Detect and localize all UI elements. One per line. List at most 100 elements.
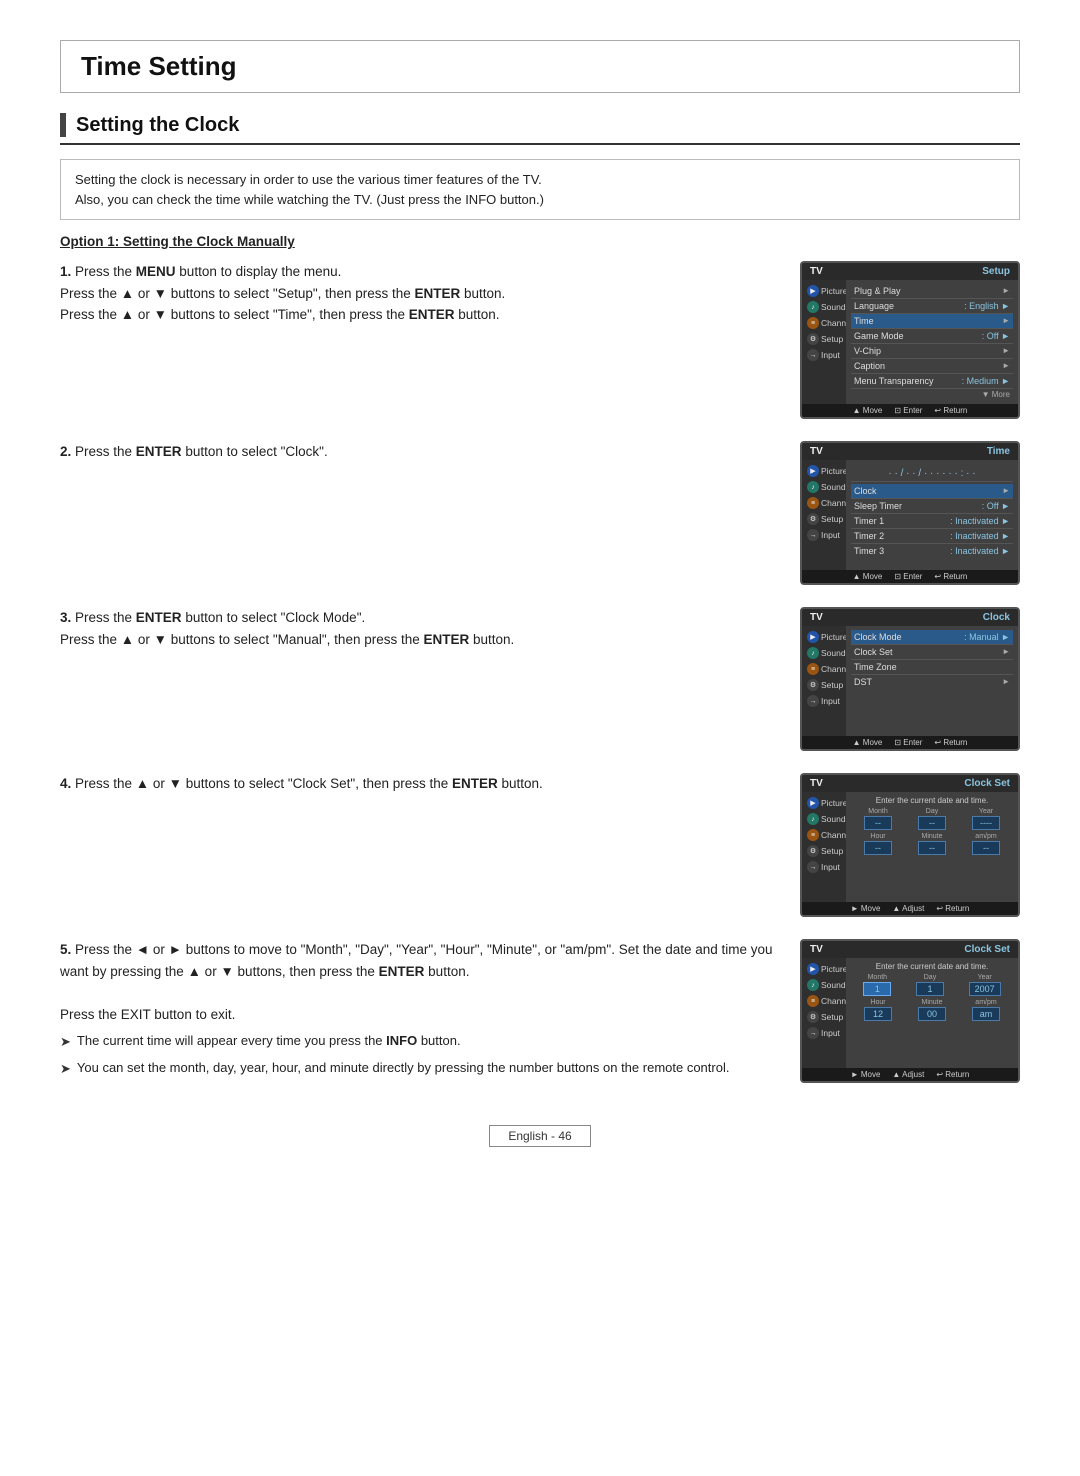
clock-display: · · / · · / · · · · · · : · · <box>851 464 1013 482</box>
note-1: ➤ The current time will appear every tim… <box>60 1031 780 1053</box>
sidebar-cs1-channel: ≡ Channel <box>805 828 843 842</box>
page-title-box: Time Setting <box>60 40 1020 93</box>
sidebar-t-setup: ⚙ Setup <box>805 512 843 526</box>
cs2-hour: Hour 12 <box>864 999 892 1021</box>
cs2-month: Month 1 <box>863 974 891 996</box>
time-row-sleep: Sleep Timer : Off ► <box>851 499 1013 514</box>
sidebar-cs1-sound: ♪ Sound <box>805 812 843 826</box>
tv-sidebar-cs1: ▶ Picture ♪ Sound ≡ Channel ⚙ Setup <box>802 792 846 902</box>
step-1-image: TV Setup ▶ Picture ♪ Sound ≡ Channel <box>800 261 1020 419</box>
tv-screen-clock: TV Clock ▶ Picture ♪ Sound ≡ Channel <box>800 607 1020 751</box>
tv-footer-setup: ▲ Move ⊡ Enter ↩ Return <box>802 404 1018 417</box>
step-5-image: TV Clock Set ▶ Picture ♪ Sound ≡ Channel <box>800 939 1020 1083</box>
tv-footer-clock: ▲ Move ⊡ Enter ↩ Return <box>802 736 1018 749</box>
clock-row-set: Clock Set ► <box>851 645 1013 660</box>
tv-footer-cs2: ► Move ▲ Adjust ↩ Return <box>802 1068 1018 1081</box>
time-row-timer2: Timer 2 : Inactivated ► <box>851 529 1013 544</box>
setup-row-vchip: V-Chip ► <box>851 344 1013 359</box>
setup-row-caption: Caption ► <box>851 359 1013 374</box>
tv-screen-clockset2-header: TV Clock Set <box>802 941 1018 958</box>
tv-screen-time: TV Time ▶ Picture ♪ Sound ≡ Channel <box>800 441 1020 585</box>
setup-icon: ⚙ <box>807 333 819 345</box>
step-1-text: 1. Press the MENU button to display the … <box>60 261 780 326</box>
page-footer-label: English - 46 <box>489 1125 590 1147</box>
cs1-hour: Hour -- <box>864 833 892 855</box>
tv-label-clock: TV <box>810 612 823 623</box>
step-3-text: 3. Press the ENTER button to select "Clo… <box>60 607 780 650</box>
tv-content-setup: Plug & Play ► Language : English ► Time … <box>846 280 1018 404</box>
note-2-text: You can set the month, day, year, hour, … <box>77 1058 730 1079</box>
tv-body-clockset1: ▶ Picture ♪ Sound ≡ Channel ⚙ Setup <box>802 792 1018 902</box>
section-heading: Setting the Clock <box>60 113 1020 145</box>
cs2-day: Day 1 <box>916 974 944 996</box>
sidebar-setup: ⚙ Setup <box>805 332 843 346</box>
sound-icon: ♪ <box>807 301 819 313</box>
page-title: Time Setting <box>81 51 999 82</box>
t-sound-icon: ♪ <box>807 481 819 493</box>
step-5-row: 5. Press the ◄ or ► buttons to move to "… <box>60 939 1020 1085</box>
sidebar-t-picture: ▶ Picture <box>805 464 843 478</box>
sidebar-cs2-channel: ≡ Channel <box>805 994 843 1008</box>
tv-footer-cs1: ► Move ▲ Adjust ↩ Return <box>802 902 1018 915</box>
step-1-num: 1. <box>60 264 71 279</box>
sidebar-cs1-input: → Input <box>805 860 843 874</box>
tv-body-setup: ▶ Picture ♪ Sound ≡ Channel ⚙ Setup <box>802 280 1018 404</box>
time-row-timer3: Timer 3 : Inactivated ► <box>851 544 1013 558</box>
t-input-icon: → <box>807 529 819 541</box>
tv-title-time: Time <box>987 446 1010 457</box>
step-3-image: TV Clock ▶ Picture ♪ Sound ≡ Channel <box>800 607 1020 751</box>
option-heading: Option 1: Setting the Clock Manually <box>60 234 1020 249</box>
setup-more: ▼ More <box>851 389 1013 400</box>
cs1-fields-row2: Hour -- Minute -- am/pm -- <box>851 833 1013 855</box>
cs2-picture-icon: ▶ <box>807 963 819 975</box>
tv-content-cs2: Enter the current date and time. Month 1… <box>846 958 1018 1068</box>
cs1-day: Day -- <box>918 808 946 830</box>
clock-row-dst: DST ► <box>851 675 1013 689</box>
intro-line2: Also, you can check the time while watch… <box>75 190 1005 210</box>
tv-content-cs1: Enter the current date and time. Month -… <box>846 792 1018 902</box>
channel-icon: ≡ <box>807 317 819 329</box>
tv-content-time: · · / · · / · · · · · · : · · Clock ► Sl… <box>846 460 1018 570</box>
clock-row-timezone: Time Zone <box>851 660 1013 675</box>
sidebar-input: → Input <box>805 348 843 362</box>
setup-row-menutrans: Menu Transparency : Medium ► <box>851 374 1013 389</box>
cs2-ampm: am/pm am <box>972 999 1000 1021</box>
cs2-sound-icon: ♪ <box>807 979 819 991</box>
cs2-channel-icon: ≡ <box>807 995 819 1007</box>
cs2-minute: Minute 00 <box>918 999 946 1021</box>
sidebar-c-setup: ⚙ Setup <box>805 678 843 692</box>
step-4-text: 4. Press the ▲ or ▼ buttons to select "C… <box>60 773 780 795</box>
sidebar-c-picture: ▶ Picture <box>805 630 843 644</box>
tv-sidebar-cs2: ▶ Picture ♪ Sound ≡ Channel ⚙ Setup <box>802 958 846 1068</box>
c-picture-icon: ▶ <box>807 631 819 643</box>
step-2-row: 2. Press the ENTER button to select "Clo… <box>60 441 1020 585</box>
setup-row-gamemode: Game Mode : Off ► <box>851 329 1013 344</box>
cs1-input-icon: → <box>807 861 819 873</box>
clock-row-mode: Clock Mode : Manual ► <box>851 630 1013 645</box>
cs1-picture-icon: ▶ <box>807 797 819 809</box>
cs1-enter-label: Enter the current date and time. <box>851 796 1013 805</box>
cs1-channel-icon: ≡ <box>807 829 819 841</box>
c-sound-icon: ♪ <box>807 647 819 659</box>
note-1-text: The current time will appear every time … <box>77 1031 461 1052</box>
setup-row-plugplay: Plug & Play ► <box>851 284 1013 299</box>
tv-footer-time: ▲ Move ⊡ Enter ↩ Return <box>802 570 1018 583</box>
cs1-ampm: am/pm -- <box>972 833 1000 855</box>
tv-content-clock: Clock Mode : Manual ► Clock Set ► Time Z… <box>846 626 1018 736</box>
tv-body-time: ▶ Picture ♪ Sound ≡ Channel ⚙ Setup <box>802 460 1018 570</box>
t-channel-icon: ≡ <box>807 497 819 509</box>
step-4-num: 4. <box>60 776 71 791</box>
tv-label-clockset2: TV <box>810 944 823 955</box>
step-3-num: 3. <box>60 610 71 625</box>
cs1-year: Year ---- <box>972 808 1000 830</box>
tv-sidebar-time: ▶ Picture ♪ Sound ≡ Channel ⚙ Setup <box>802 460 846 570</box>
picture-icon: ▶ <box>807 285 819 297</box>
note-1-arrow: ➤ <box>60 1032 71 1053</box>
cs2-year: Year 2007 <box>969 974 1001 996</box>
step-4-image: TV Clock Set ▶ Picture ♪ Sound ≡ Channel <box>800 773 1020 917</box>
step-1-row: 1. Press the MENU button to display the … <box>60 261 1020 419</box>
cs1-setup-icon: ⚙ <box>807 845 819 857</box>
cs1-sound-icon: ♪ <box>807 813 819 825</box>
input-icon: → <box>807 349 819 361</box>
c-input-icon: → <box>807 695 819 707</box>
